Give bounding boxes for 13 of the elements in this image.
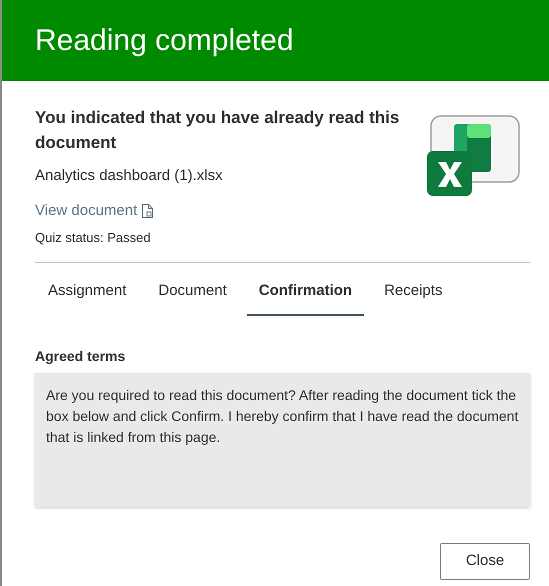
tab[interactable]: Confirmation xyxy=(246,278,364,316)
close-button[interactable]: Close xyxy=(440,543,530,580)
section-label: Agreed terms xyxy=(35,347,126,366)
tab[interactable]: Receipts xyxy=(372,278,454,316)
terms-text: Are you required to read this document? After reading the document tick the box below and click Confirm. I hereby confirm that I have read the document that is linked from this page. xyxy=(46,386,519,447)
document-icon xyxy=(141,204,154,218)
file-name: Analytics dashboard (1).xlsx xyxy=(35,166,224,186)
quiz-status: Quiz status: Passed xyxy=(35,229,152,247)
document-heading: You indicated that you have already read this document xyxy=(35,107,400,154)
view-document-link[interactable]: View document xyxy=(35,200,154,222)
tab[interactable]: Assignment xyxy=(36,278,138,316)
dialog-title: Reading completed xyxy=(35,26,294,56)
tab[interactable]: Document xyxy=(146,278,239,316)
